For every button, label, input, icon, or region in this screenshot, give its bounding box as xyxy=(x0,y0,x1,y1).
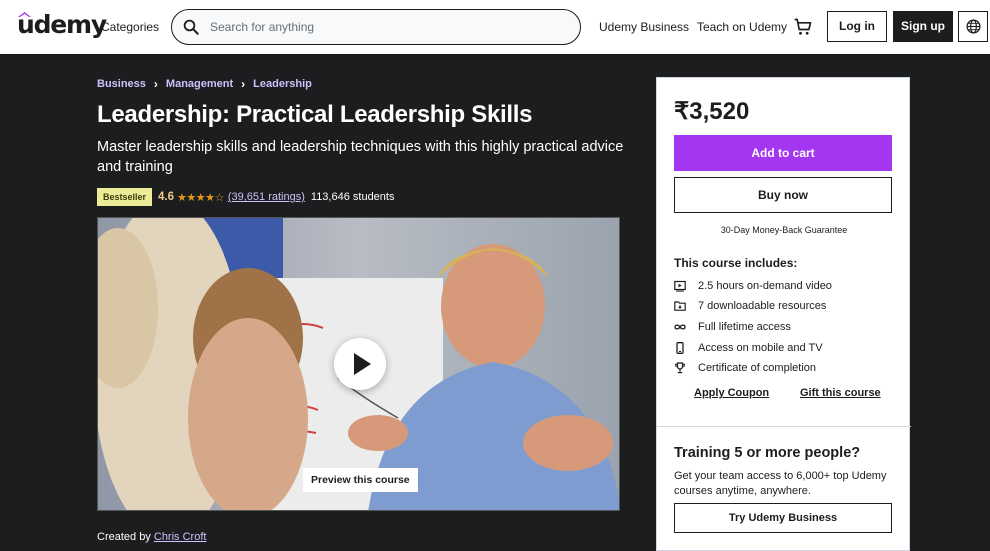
include-item: 2.5 hours on-demand video xyxy=(674,280,832,292)
teach-on-udemy-link[interactable]: Teach on Udemy xyxy=(697,20,787,34)
course-preview-video[interactable]: Preview this course xyxy=(97,217,620,511)
include-item-label: Full lifetime access xyxy=(698,321,791,333)
preview-course-label[interactable]: Preview this course xyxy=(303,468,418,492)
login-button[interactable]: Log in xyxy=(827,11,887,42)
course-title: Leadership: Practical Leadership Skills xyxy=(97,101,533,128)
search-input[interactable] xyxy=(210,19,560,35)
play-button[interactable] xyxy=(334,338,386,390)
bestseller-badge: Bestseller xyxy=(97,188,153,206)
search-bar xyxy=(171,9,581,45)
include-item: Certificate of completion xyxy=(674,362,816,374)
play-icon xyxy=(354,353,371,375)
training-description: Get your team access to 6,000+ top Udemy… xyxy=(674,470,887,497)
include-item: Access on mobile and TV xyxy=(674,342,823,354)
buy-now-button[interactable]: Buy now xyxy=(674,177,892,213)
add-to-cart-button[interactable]: Add to cart xyxy=(674,135,892,171)
purchase-sidebar: ₹3,520 Add to cart Buy now 30-Day Money-… xyxy=(656,77,911,551)
trophy-icon xyxy=(674,362,686,374)
include-item-label: 2.5 hours on-demand video xyxy=(698,280,832,292)
apply-coupon-button[interactable]: Apply Coupon xyxy=(694,387,769,399)
ratings-count-link[interactable]: (39,651 ratings) xyxy=(228,191,305,203)
course-price: ₹3,520 xyxy=(674,98,750,125)
created-by-label: Created by xyxy=(97,531,151,543)
include-item: 7 downloadable resources xyxy=(674,300,826,312)
instructor-link[interactable]: Chris Croft xyxy=(154,531,207,543)
star-rating-icon: ★★★★☆ xyxy=(177,191,224,204)
created-by: Created by Chris Croft xyxy=(97,531,206,543)
course-subtitle: Master leadership skills and leadership … xyxy=(97,139,624,175)
categories-menu[interactable]: Categories xyxy=(101,20,159,34)
infinity-icon xyxy=(674,324,686,330)
include-item-label: Access on mobile and TV xyxy=(698,342,823,354)
globe-icon xyxy=(966,19,981,34)
include-item-label: 7 downloadable resources xyxy=(698,300,827,312)
rating-value: 4.6 xyxy=(158,191,175,203)
udemy-business-link[interactable]: Udemy Business xyxy=(599,20,689,34)
chevron-right-icon: › xyxy=(241,77,246,91)
money-back-guarantee: 30-Day Money-Back Guarantee xyxy=(720,225,848,235)
shopping-cart-icon[interactable] xyxy=(793,17,813,37)
video-icon xyxy=(674,280,686,292)
signup-button[interactable]: Sign up xyxy=(893,11,953,42)
breadcrumb: Business › Management › Leadership xyxy=(97,77,312,91)
search-icon[interactable] xyxy=(182,18,200,36)
gift-course-button[interactable]: Gift this course xyxy=(800,387,881,399)
include-item: Full lifetime access xyxy=(674,321,791,333)
sidebar-divider xyxy=(657,426,911,427)
rating-row: Bestseller 4.6 ★★★★☆ (39,651 ratings) 11… xyxy=(97,188,394,206)
udemy-logo[interactable]: udemy xyxy=(17,10,107,39)
include-item-label: Certificate of completion xyxy=(698,362,816,374)
chevron-right-icon: › xyxy=(153,77,158,91)
breadcrumb-management[interactable]: Management xyxy=(166,78,233,90)
breadcrumb-business[interactable]: Business xyxy=(97,78,146,90)
includes-title: This course includes: xyxy=(674,256,798,270)
try-udemy-business-button[interactable]: Try Udemy Business xyxy=(674,503,892,533)
training-title: Training 5 or more people? xyxy=(674,445,861,461)
folder-icon xyxy=(674,301,686,311)
students-count: 113,646 students xyxy=(310,191,395,203)
mobile-icon xyxy=(676,342,684,354)
breadcrumb-leadership[interactable]: Leadership xyxy=(253,78,312,90)
language-button[interactable] xyxy=(958,11,988,42)
top-header: udemy Categories Udemy Business Teach on… xyxy=(0,0,990,54)
